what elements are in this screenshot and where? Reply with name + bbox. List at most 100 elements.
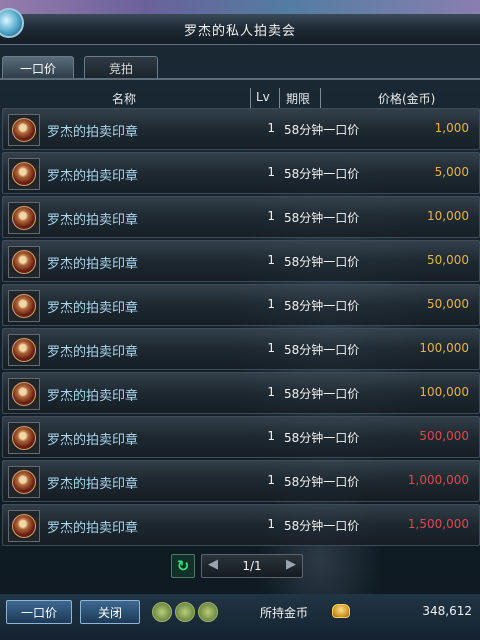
item-period: 58分钟一口价: [284, 519, 360, 533]
table-row[interactable]: 罗杰的拍卖印章 1 58分钟一口价 1,000: [2, 108, 480, 150]
item-icon-slot[interactable]: [8, 246, 40, 278]
item-icon-slot[interactable]: [8, 114, 40, 146]
auction-seal-icon: [12, 470, 36, 494]
table-row[interactable]: 罗杰的拍卖印章 1 58分钟一口价 100,000: [2, 372, 480, 414]
item-price: 500,000: [419, 429, 469, 443]
header-separator: [250, 88, 251, 108]
gold-label: 所持金币: [260, 606, 309, 620]
arrow-right-icon[interactable]: ▶: [286, 557, 296, 572]
item-period: 58分钟一口价: [284, 211, 360, 225]
item-name: 罗杰的拍卖印章: [47, 125, 139, 140]
item-level: 1: [267, 385, 275, 399]
decorative-icons: [152, 602, 221, 626]
item-icon-slot[interactable]: [8, 466, 40, 498]
item-price: 1,000,000: [407, 473, 469, 487]
item-period: 58分钟一口价: [284, 299, 360, 313]
item-price: 50,000: [427, 297, 469, 311]
auction-seal-icon: [12, 382, 36, 406]
item-price: 5,000: [434, 165, 469, 179]
item-icon-slot[interactable]: [8, 158, 40, 190]
item-name: 罗杰的拍卖印章: [47, 301, 139, 316]
item-icon-slot[interactable]: [8, 422, 40, 454]
item-level: 1: [267, 297, 275, 311]
top-decorative-strip: [0, 0, 480, 14]
item-name: 罗杰的拍卖印章: [47, 477, 139, 492]
pagination: ↻ ◀ 1/1 ▶: [0, 554, 480, 578]
auction-seal-icon: [12, 162, 36, 186]
auction-seal-icon: [12, 294, 36, 318]
item-name: 罗杰的拍卖印章: [47, 213, 139, 228]
tab-divider: [0, 78, 480, 80]
item-icon-slot[interactable]: [8, 334, 40, 366]
item-level: 1: [267, 341, 275, 355]
item-price: 1,500,000: [407, 517, 469, 531]
auction-seal-icon: [12, 514, 36, 538]
table-row[interactable]: 罗杰的拍卖印章 1 58分钟一口价 100,000: [2, 328, 480, 370]
item-price: 100,000: [419, 385, 469, 399]
item-level: 1: [267, 165, 275, 179]
window-orb-icon: [0, 8, 24, 38]
page-selector: ◀ 1/1 ▶: [201, 554, 303, 578]
table-row[interactable]: 罗杰的拍卖印章 1 58分钟一口价 500,000: [2, 416, 480, 458]
auction-seal-icon: [12, 338, 36, 362]
table-row[interactable]: 罗杰的拍卖印章 1 58分钟一口价 50,000: [2, 240, 480, 282]
refresh-icon[interactable]: ↻: [171, 554, 195, 578]
item-icon-slot[interactable]: [8, 378, 40, 410]
bottom-bar: 一口价 关闭 所持金币 348,612: [0, 594, 480, 640]
item-icon-slot[interactable]: [8, 510, 40, 542]
table-row[interactable]: 罗杰的拍卖印章 1 58分钟一口价 1,500,000: [2, 504, 480, 546]
item-icon-slot[interactable]: [8, 290, 40, 322]
buy-now-button[interactable]: 一口价: [6, 600, 72, 624]
gold-amount: 348,612: [422, 604, 472, 618]
item-name: 罗杰的拍卖印章: [47, 257, 139, 272]
table-row[interactable]: 罗杰的拍卖印章 1 58分钟一口价 10,000: [2, 196, 480, 238]
item-level: 1: [267, 121, 275, 135]
item-period: 58分钟一口价: [284, 343, 360, 357]
item-name: 罗杰的拍卖印章: [47, 433, 139, 448]
title-bar: 罗杰的私人拍卖会: [0, 8, 480, 45]
header-separator: [279, 88, 280, 108]
item-price: 100,000: [419, 341, 469, 355]
skill-icon: [152, 602, 172, 622]
auction-seal-icon: [12, 426, 36, 450]
item-icon-slot[interactable]: [8, 202, 40, 234]
table-row[interactable]: 罗杰的拍卖印章 1 58分钟一口价 5,000: [2, 152, 480, 194]
item-price: 50,000: [427, 253, 469, 267]
item-price: 10,000: [427, 209, 469, 223]
skill-icon: [175, 602, 195, 622]
close-button[interactable]: 关闭: [80, 600, 140, 624]
tab-bidding[interactable]: 竞拍: [84, 56, 158, 79]
auction-seal-icon: [12, 118, 36, 142]
item-period: 58分钟一口价: [284, 255, 360, 269]
item-level: 1: [267, 253, 275, 267]
item-name: 罗杰的拍卖印章: [47, 345, 139, 360]
item-level: 1: [267, 473, 275, 487]
item-period: 58分钟一口价: [284, 387, 360, 401]
item-name: 罗杰的拍卖印章: [47, 169, 139, 184]
skill-icon: [198, 602, 218, 622]
column-header-lv[interactable]: Lv: [256, 90, 270, 104]
auction-seal-icon: [12, 250, 36, 274]
item-level: 1: [267, 209, 275, 223]
header-separator: [320, 88, 321, 108]
column-header-period[interactable]: 期限: [286, 90, 310, 107]
item-price: 1,000: [434, 121, 469, 135]
item-level: 1: [267, 517, 275, 531]
tab-buy-now[interactable]: 一口价: [2, 56, 74, 79]
item-name: 罗杰的拍卖印章: [47, 389, 139, 404]
window-title: 罗杰的私人拍卖会: [183, 23, 296, 39]
item-name: 罗杰的拍卖印章: [47, 521, 139, 536]
item-period: 58分钟一口价: [284, 123, 360, 137]
gold-coin-icon: [332, 604, 350, 618]
auction-seal-icon: [12, 206, 36, 230]
tab-bar: 一口价 竞拍: [0, 56, 480, 80]
item-period: 58分钟一口价: [284, 475, 360, 489]
item-level: 1: [267, 429, 275, 443]
column-header-name[interactable]: 名称: [112, 90, 136, 107]
table-row[interactable]: 罗杰的拍卖印章 1 58分钟一口价 1,000,000: [2, 460, 480, 502]
item-period: 58分钟一口价: [284, 167, 360, 181]
column-header-price[interactable]: 价格(金币): [378, 90, 435, 107]
list-header: 名称 Lv 期限 价格(金币): [0, 88, 480, 108]
item-period: 58分钟一口价: [284, 431, 360, 445]
table-row[interactable]: 罗杰的拍卖印章 1 58分钟一口价 50,000: [2, 284, 480, 326]
